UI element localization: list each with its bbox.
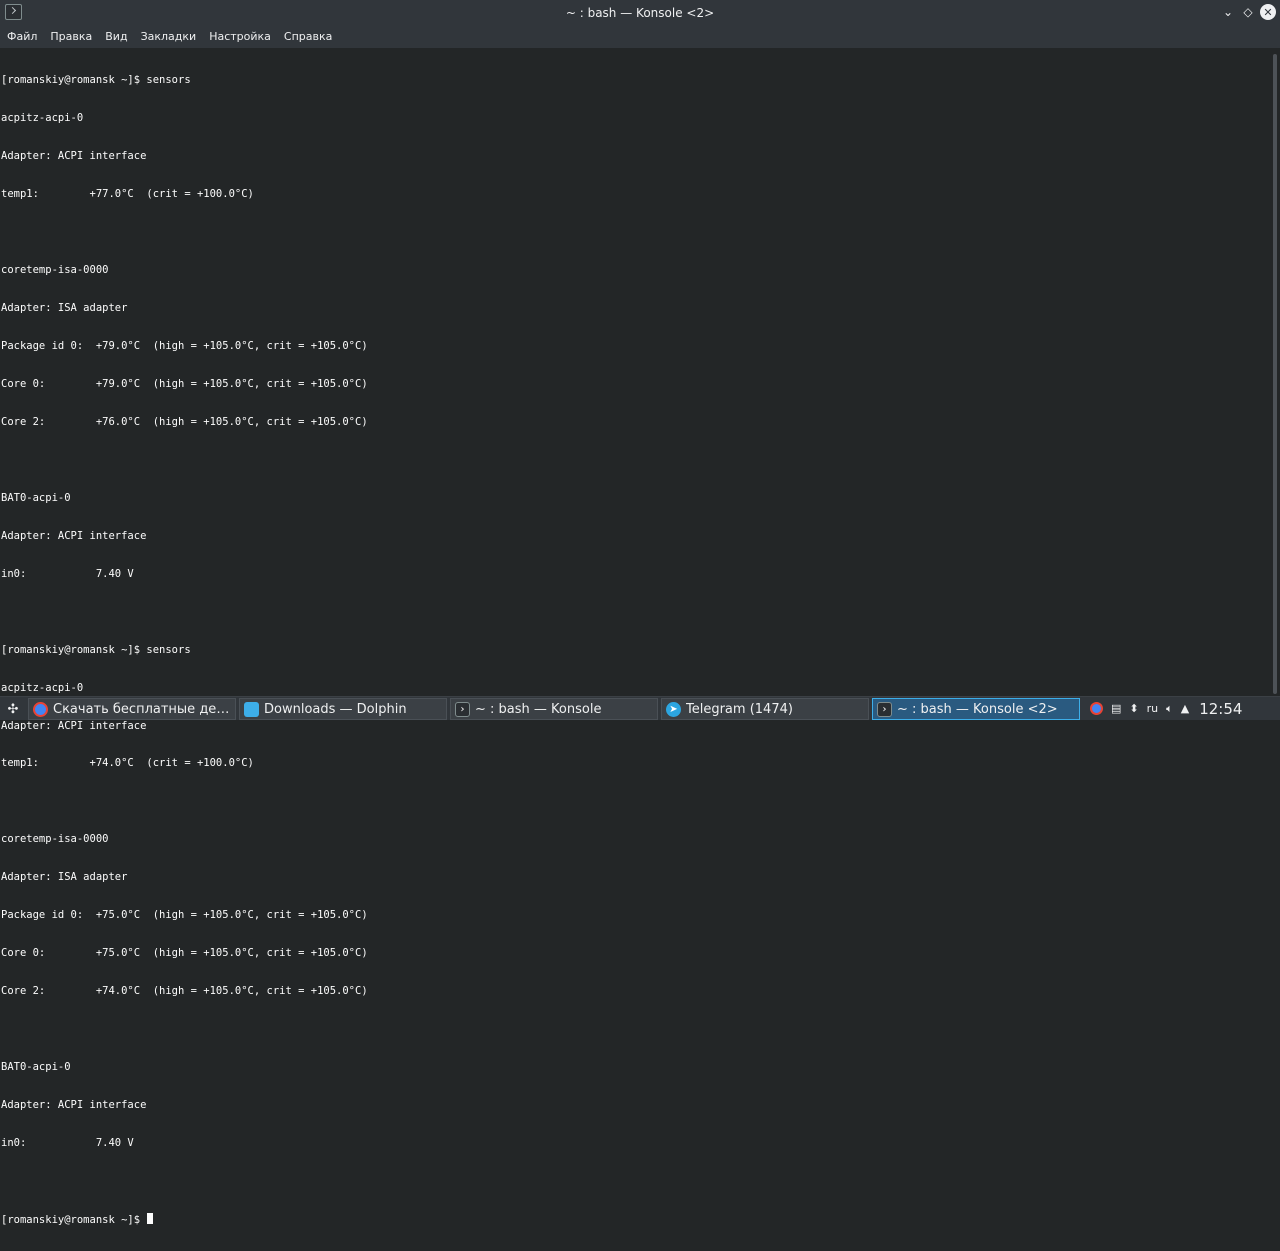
- task-label: ~ : bash — Konsole <2>: [897, 701, 1058, 717]
- scrollbar-handle[interactable]: [1273, 54, 1277, 694]
- task-chrome[interactable]: Скачать бесплатные десктопные…: [28, 698, 236, 720]
- konsole-icon[interactable]: [5, 4, 22, 20]
- terminal-line: Core 0: +75.0°C (high = +105.0°C, crit =…: [1, 947, 368, 960]
- terminal-line: acpitz-acpi-0: [1, 112, 84, 125]
- task-label: Скачать бесплатные десктопные…: [53, 701, 235, 717]
- terminal-scrollbar[interactable]: [1270, 48, 1280, 696]
- terminal-line: coretemp-isa-0000: [1, 264, 109, 277]
- terminal-line: Core 2: +76.0°C (high = +105.0°C, crit =…: [1, 415, 368, 428]
- terminal-line: [romanskiy@romansk ~]$ sensors: [1, 643, 191, 656]
- keyboard-layout-indicator[interactable]: ru: [1147, 702, 1159, 715]
- terminal-line: Adapter: ACPI interface: [1, 719, 147, 732]
- chrome-tray-icon[interactable]: [1090, 702, 1103, 715]
- menu-file[interactable]: Файл: [1, 27, 43, 46]
- terminal-line: Adapter: ISA adapter: [1, 871, 128, 884]
- system-tray: ▤ ⬍ ru 🔈︎ ▲ 12:54: [1090, 697, 1280, 720]
- taskbar: ✣ Скачать бесплатные десктопные… Downloa…: [0, 696, 1280, 720]
- task-dolphin[interactable]: Downloads — Dolphin: [239, 698, 447, 720]
- tray-expand-icon[interactable]: ▲: [1181, 702, 1189, 715]
- menu-settings[interactable]: Настройка: [203, 27, 277, 46]
- volume-icon[interactable]: 🔈︎: [1166, 702, 1173, 716]
- terminal-line: Adapter: ACPI interface: [1, 529, 147, 542]
- task-label: Downloads — Dolphin: [264, 701, 407, 717]
- task-konsole[interactable]: › ~ : bash — Konsole: [450, 698, 658, 720]
- task-label: Telegram (1474): [686, 701, 793, 717]
- terminal-line: temp1: +77.0°C (crit = +100.0°C): [1, 188, 254, 201]
- terminal-line: acpitz-acpi-0: [1, 681, 84, 694]
- terminal-prompt-line[interactable]: [romanskiy@romansk ~]$: [1, 1212, 1270, 1226]
- terminal-line: Package id 0: +75.0°C (high = +105.0°C, …: [1, 909, 368, 922]
- task-konsole-2[interactable]: › ~ : bash — Konsole <2>: [872, 698, 1080, 720]
- terminal-line: Adapter: ACPI interface: [1, 150, 147, 163]
- task-telegram[interactable]: ➤ Telegram (1474): [661, 698, 869, 720]
- terminal-line: Adapter: ISA adapter: [1, 302, 128, 315]
- terminal-line: Core 2: +74.0°C (high = +105.0°C, crit =…: [1, 985, 368, 998]
- menu-help[interactable]: Справка: [278, 27, 338, 46]
- menu-bookmarks[interactable]: Закладки: [135, 27, 203, 46]
- minimize-button[interactable]: ⌄: [1220, 4, 1236, 20]
- terminal-line: temp1: +74.0°C (crit = +100.0°C): [1, 757, 254, 770]
- usb-device-icon[interactable]: ⬍: [1129, 702, 1138, 715]
- task-label: ~ : bash — Konsole: [475, 701, 602, 717]
- window-title: ~ : bash — Konsole <2>: [565, 5, 715, 20]
- application-launcher-icon[interactable]: ✣: [2, 699, 24, 719]
- terminal-line: [romanskiy@romansk ~]$ sensors: [1, 74, 191, 87]
- terminal-line: Adapter: ACPI interface: [1, 1099, 147, 1112]
- text-cursor: [147, 1212, 154, 1224]
- konsole-window: ~ : bash — Konsole <2> ⌄ ◇ ✕ Файл Правка…: [0, 0, 1280, 1226]
- folder-icon: [244, 701, 259, 717]
- close-button[interactable]: ✕: [1260, 4, 1276, 20]
- menu-edit[interactable]: Правка: [44, 27, 98, 46]
- konsole-icon: ›: [877, 701, 892, 717]
- terminal-line: BAT0-acpi-0: [1, 491, 71, 504]
- terminal-line: BAT0-acpi-0: [1, 1061, 71, 1074]
- terminal-line: in0: 7.40 V: [1, 1137, 134, 1149]
- title-bar[interactable]: ~ : bash — Konsole <2> ⌄ ◇ ✕: [0, 0, 1280, 25]
- telegram-icon: ➤: [666, 701, 681, 717]
- terminal-prompt: [romanskiy@romansk ~]$: [1, 1213, 147, 1226]
- terminal-output[interactable]: [romanskiy@romansk ~]$ sensors acpitz-ac…: [0, 48, 1270, 1226]
- clock[interactable]: 12:54: [1199, 700, 1242, 718]
- terminal-line: Core 0: +79.0°C (high = +105.0°C, crit =…: [1, 377, 368, 390]
- terminal-line: Package id 0: +79.0°C (high = +105.0°C, …: [1, 339, 368, 352]
- terminal-line: coretemp-isa-0000: [1, 833, 109, 846]
- terminal-line: in0: 7.40 V: [1, 567, 134, 580]
- menu-view[interactable]: Вид: [99, 27, 133, 46]
- menu-bar: Файл Правка Вид Закладки Настройка Справ…: [0, 25, 1280, 48]
- chrome-icon: [33, 701, 48, 717]
- konsole-icon: ›: [455, 701, 470, 717]
- maximize-button[interactable]: ◇: [1240, 4, 1256, 20]
- clipboard-icon[interactable]: ▤: [1111, 702, 1121, 715]
